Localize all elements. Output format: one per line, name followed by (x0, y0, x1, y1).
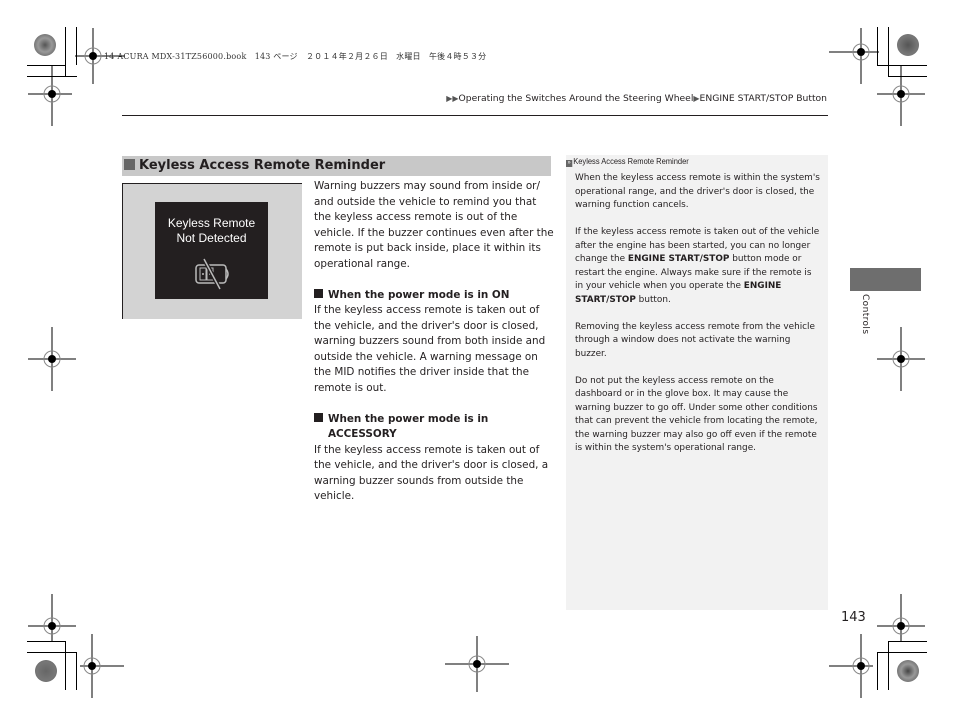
section-title: Keyless Access Remote Reminder (139, 158, 386, 173)
color-target-icon (35, 660, 57, 682)
section-heading: Keyless Access Remote Reminder (122, 156, 551, 176)
reference-arrow-icon: » (566, 160, 573, 167)
print-metadata: 14 ACURA MDX-31TZ56000.book 143 ページ ２０１４… (104, 52, 487, 61)
bullet-square-icon (314, 412, 323, 422)
chapter-tab-label: Controls (860, 294, 870, 335)
bullet-square-icon (314, 288, 323, 298)
side-paragraph: When the keyless access remote is within… (575, 173, 820, 210)
subheading-power-accessory: When the power mode is in ACCESSORY (314, 412, 554, 443)
registration-mark-icon (877, 327, 925, 391)
registration-mark-icon (445, 636, 509, 692)
color-target-icon (34, 34, 56, 56)
side-paragraph: If the keyless access remote is taken ou… (575, 227, 820, 305)
power-accessory-paragraph: If the keyless access remote is taken ou… (314, 443, 549, 503)
double-arrow-icon: ▶▶ (446, 94, 459, 103)
intro-paragraph: Warning buzzers may sound from inside or… (314, 180, 554, 270)
mid-display: Keyless Remote Not Detected (155, 202, 268, 299)
color-target-icon (897, 660, 919, 682)
header-divider (122, 115, 828, 116)
registration-mark-icon (877, 66, 925, 126)
breadcrumb-item[interactable]: Operating the Switches Around the Steeri… (459, 93, 694, 104)
breadcrumb-item[interactable]: ENGINE START/STOP Button (700, 93, 827, 104)
color-target-icon (897, 34, 919, 56)
side-paragraph: Do not put the keyless access remote on … (575, 375, 818, 454)
body-text: Warning buzzers may sound from inside or… (314, 179, 554, 520)
side-paragraph: Removing the keyless access remote from … (575, 321, 815, 359)
key-fob-crossed-icon (194, 258, 229, 290)
registration-mark-icon (877, 594, 925, 642)
registration-mark-icon (28, 66, 72, 126)
side-note-body: When the keyless access remote is within… (575, 172, 820, 469)
subheading-power-on: When the power mode is in ON (314, 288, 554, 304)
heading-square-icon (124, 159, 135, 170)
registration-mark-icon (28, 327, 76, 391)
side-note-title: » Keyless Access Remote Reminder (566, 156, 689, 167)
breadcrumb: ▶▶Operating the Switches Around the Stee… (446, 93, 827, 104)
display-message-line2: Not Detected (176, 231, 247, 245)
display-message-line1: Keyless Remote (167, 216, 256, 230)
registration-mark-icon (80, 634, 124, 698)
page-number: 143 (841, 610, 866, 625)
chapter-tab[interactable] (850, 268, 921, 291)
power-on-paragraph: If the keyless access remote is taken ou… (314, 304, 546, 394)
